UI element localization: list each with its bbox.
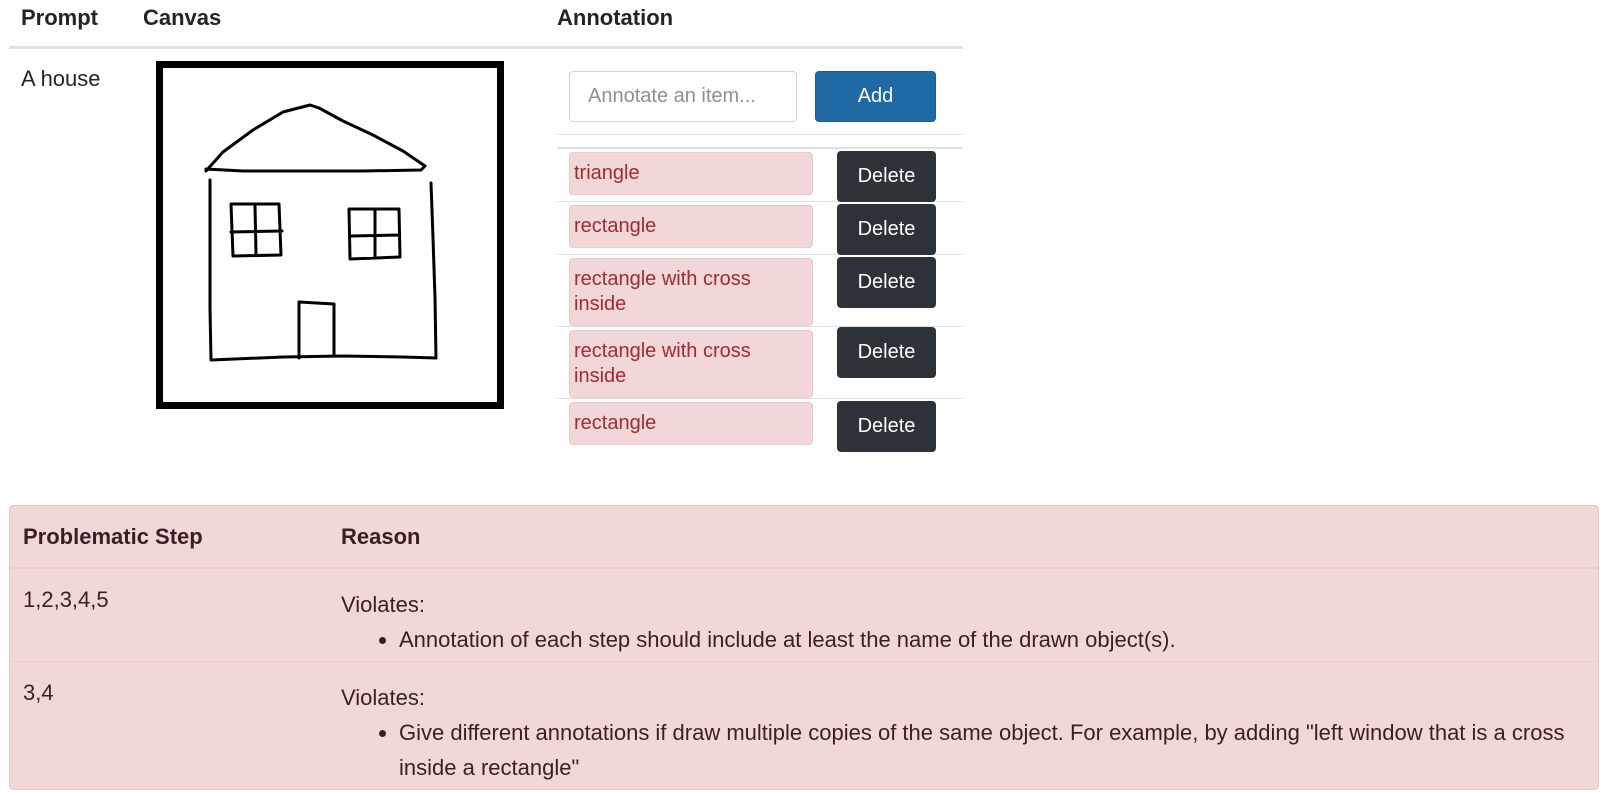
prompt-text: A house [21, 66, 101, 91]
header-prompt: Prompt [21, 5, 98, 30]
violates-label: Violates: [341, 685, 425, 710]
annotation-label: rectangle [569, 205, 813, 248]
annotation-label: rectangle [569, 402, 813, 445]
table-header: Prompt Canvas Annotation [9, 0, 963, 49]
delete-button[interactable]: Delete [837, 327, 936, 378]
annotation-label: triangle [569, 152, 813, 195]
feedback-alert: Problematic Step Reason 1,2,3,4,5 Violat… [9, 505, 1599, 790]
annotation-list: triangle Delete rectangle Delete rectang… [557, 147, 963, 452]
header-problematic-step: Problematic Step [23, 524, 203, 549]
violates-label: Violates: [341, 592, 425, 617]
header-canvas: Canvas [143, 5, 222, 30]
annotation-row: rectangle Delete [557, 202, 963, 255]
reason-item: Give different annotations if draw multi… [399, 715, 1578, 785]
house-drawing [204, 103, 438, 362]
reason-item: Annotation of each step should include a… [399, 622, 1578, 657]
delete-button[interactable]: Delete [837, 204, 936, 255]
annotation-table: Prompt Canvas Annotation A house Add [9, 0, 963, 452]
delete-button[interactable]: Delete [837, 401, 936, 452]
house-walls-stroke [208, 178, 438, 362]
add-annotation-row: Add [557, 49, 963, 135]
reason-list: Annotation of each step should include a… [341, 622, 1578, 657]
roof-stroke [204, 103, 427, 173]
header-reason: Reason [341, 524, 421, 549]
drawing-canvas[interactable] [156, 61, 504, 409]
annotation-row: triangle Delete [557, 149, 963, 202]
reason: Violates: Give different annotations if … [341, 680, 1578, 785]
door-stroke [297, 300, 336, 360]
header-annotation: Annotation [557, 5, 674, 30]
annotation-panel: Add triangle Delete rectangle Delete rec… [557, 49, 963, 452]
annotation-input[interactable] [569, 71, 797, 122]
annotation-label: rectangle with cross inside [569, 258, 813, 326]
annotation-row: rectangle with cross inside Delete [557, 327, 963, 399]
problematic-steps: 1,2,3,4,5 [23, 587, 109, 612]
delete-button[interactable]: Delete [837, 257, 936, 308]
left-window-stroke [229, 202, 284, 258]
problematic-steps: 3,4 [23, 680, 54, 705]
feedback-row: 3,4 Violates: Give different annotations… [10, 662, 1598, 790]
feedback-row: 1,2,3,4,5 Violates: Annotation of each s… [10, 569, 1598, 662]
right-window-stroke [347, 207, 402, 261]
reason: Violates: Annotation of each step should… [341, 587, 1578, 657]
annotation-label: rectangle with cross inside [569, 330, 813, 398]
reason-list: Give different annotations if draw multi… [341, 715, 1578, 785]
annotation-row: rectangle Delete [557, 399, 963, 452]
feedback-header: Problematic Step Reason [10, 506, 1598, 569]
annotation-row: rectangle with cross inside Delete [557, 255, 963, 327]
add-button[interactable]: Add [815, 71, 936, 122]
delete-button[interactable]: Delete [837, 151, 936, 202]
